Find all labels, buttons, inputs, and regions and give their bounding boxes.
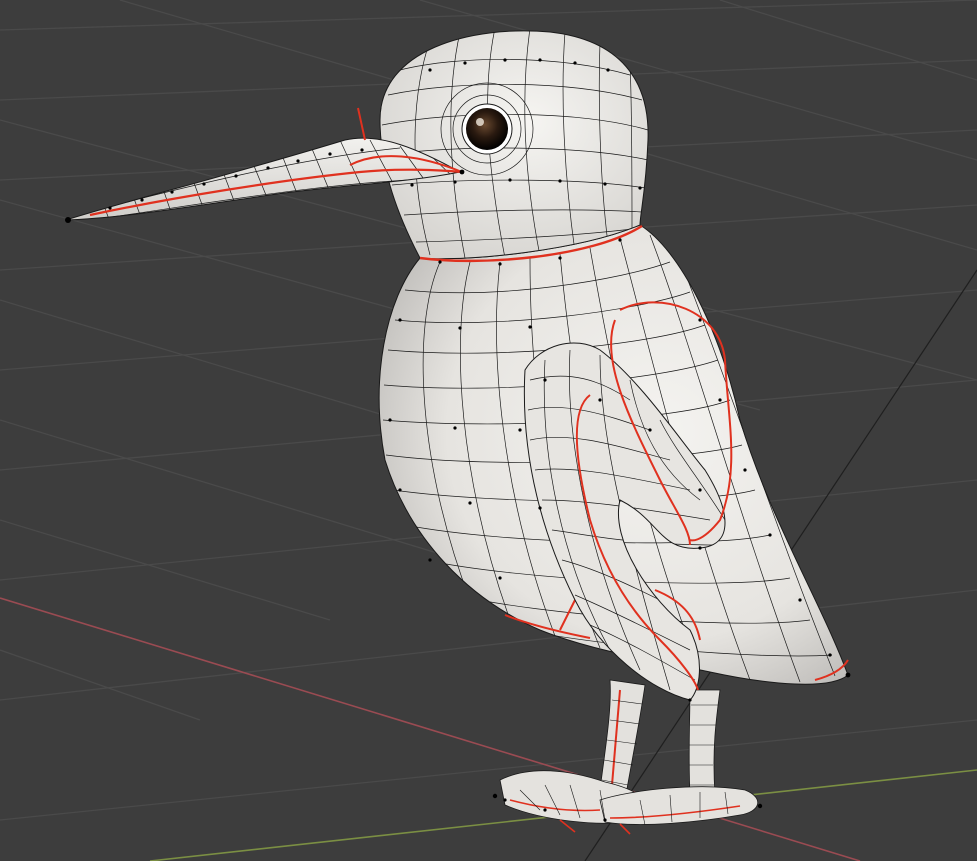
- viewport-canvas[interactable]: [0, 0, 977, 861]
- bird-legs: [499, 679, 758, 835]
- bird-head: [379, 30, 649, 263]
- 3d-viewport[interactable]: [0, 0, 977, 861]
- eye-icon: [461, 103, 513, 155]
